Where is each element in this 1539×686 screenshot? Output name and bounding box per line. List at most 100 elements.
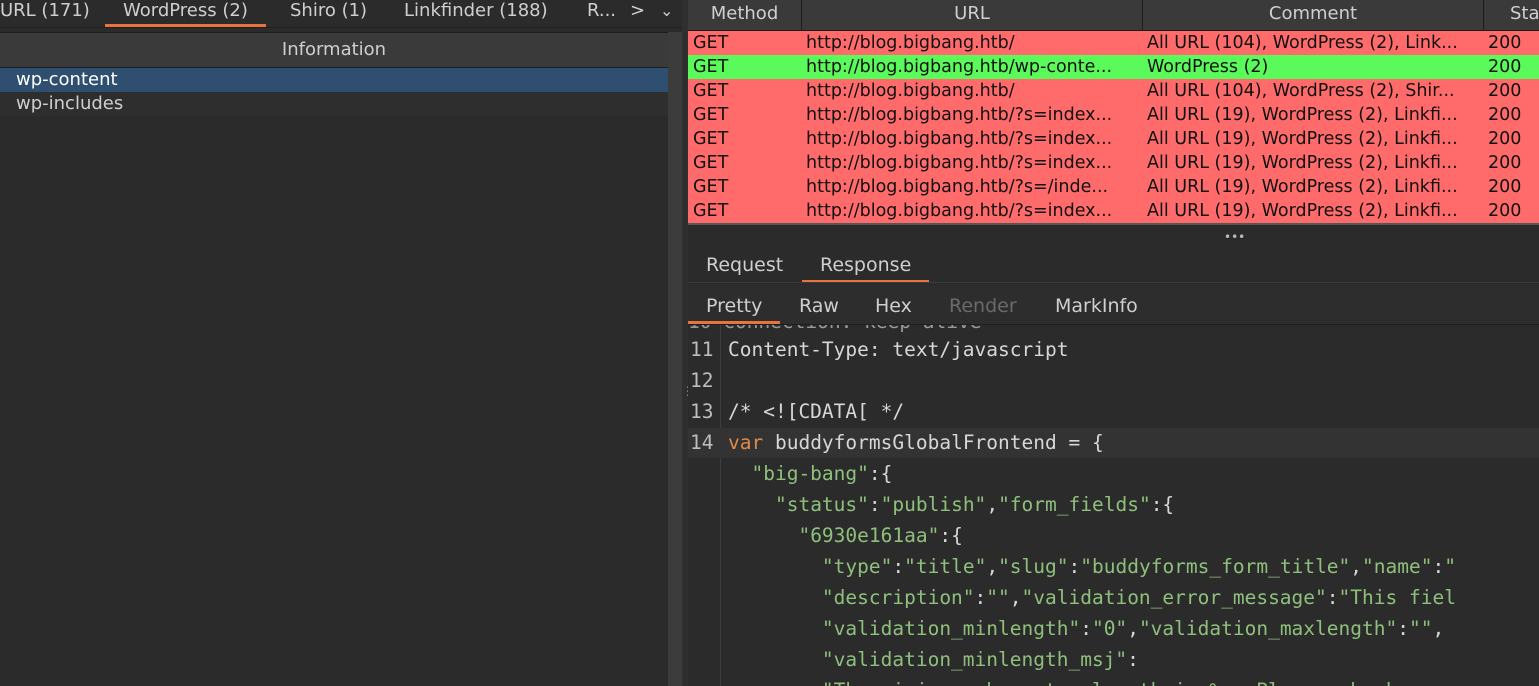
- code-token: "": [1408, 617, 1433, 640]
- list-item[interactable]: wp-includes: [0, 92, 668, 116]
- tab-url[interactable]: URL (171): [0, 0, 90, 26]
- code-text: "The minimum character length is %s. Ple…: [728, 676, 1397, 686]
- tab-more[interactable]: R...: [587, 0, 616, 26]
- code-token: :{: [1150, 493, 1175, 516]
- line-number: 14: [690, 431, 714, 454]
- code-token: :{: [939, 524, 963, 547]
- cell-comment: All URL (19), WordPress (2), Linkfi...: [1147, 201, 1458, 221]
- divider-grip-icon[interactable]: •••: [1224, 231, 1245, 243]
- tab-pretty[interactable]: Pretty: [688, 294, 781, 324]
- code-line: "big-bang":{: [688, 459, 1539, 489]
- code-rest: buddyformsGlobalFrontend = {: [763, 431, 1104, 454]
- cell-status: 200: [1488, 129, 1522, 149]
- cell-status: 200: [1488, 177, 1522, 197]
- cell-url: http://blog.bigbang.htb/?s=index...: [806, 153, 1113, 173]
- column-header-status[interactable]: Sta: [1484, 0, 1539, 30]
- cell-comment: All URL (19), WordPress (2), Linkfi...: [1147, 105, 1458, 125]
- chevron-right-icon[interactable]: >: [630, 0, 645, 22]
- tab-raw[interactable]: Raw: [799, 294, 839, 324]
- code-token: :: [1068, 555, 1081, 578]
- cell-comment: All URL (104), WordPress (2), Shir...: [1147, 81, 1455, 101]
- tab-shiro[interactable]: Shiro (1): [290, 0, 367, 26]
- information-list: wp-content wp-includes: [0, 68, 668, 116]
- code-token: ,: [1432, 617, 1445, 640]
- code-token: "validation_minlength": [821, 617, 1081, 640]
- code-token: "6930e161aa": [798, 524, 940, 547]
- code-text: /* <![CDATA[ */: [728, 400, 905, 423]
- cell-url: http://blog.bigbang.htb/?s=index...: [806, 105, 1113, 125]
- cell-method: GET: [693, 177, 729, 197]
- chevron-down-icon[interactable]: ⌄: [660, 0, 673, 22]
- cell-method: GET: [693, 33, 729, 53]
- tab-request[interactable]: Request: [706, 252, 783, 280]
- table-row[interactable]: GET http://blog.bigbang.htb/All URL (104)…: [688, 31, 1539, 55]
- cell-comment: All URL (104), WordPress (2), Link...: [1147, 33, 1458, 53]
- table-row[interactable]: GET http://blog.bigbang.htb/All URL (104)…: [688, 79, 1539, 103]
- code-text: var buddyformsGlobalFrontend = {: [728, 428, 1104, 458]
- code-token: "": [986, 586, 1010, 609]
- table-row[interactable]: GET http://blog.bigbang.htb/?s=index... Al…: [688, 103, 1539, 127]
- code-token: :: [868, 493, 881, 516]
- code-token: ,: [1350, 555, 1363, 578]
- cell-method: GET: [693, 57, 729, 77]
- code-token: ,: [1127, 617, 1139, 640]
- code-token: "name": [1362, 555, 1433, 578]
- code-token: "0": [1091, 617, 1128, 640]
- code-token: :: [1127, 648, 1139, 671]
- code-token: "status": [774, 493, 869, 516]
- right-pane: Method URL Comment Sta GET http://blog.bi…: [688, 0, 1539, 686]
- table-row[interactable]: GET http://blog.bigbang.htb/?s=index... Al…: [688, 127, 1539, 151]
- code-line: "type":"title","slug":"buddyforms_form_t…: [688, 552, 1539, 582]
- column-header-url[interactable]: URL: [802, 0, 1143, 30]
- cell-status: 200: [1488, 81, 1522, 101]
- cell-method: GET: [693, 201, 729, 221]
- line-number: 13: [690, 400, 714, 423]
- code-token: "description": [821, 586, 975, 609]
- information-column-header[interactable]: Information: [0, 32, 668, 68]
- cell-status: 200: [1488, 57, 1522, 77]
- cell-method: GET: [693, 81, 729, 101]
- table-row[interactable]: GET http://blog.bigbang.htb/wp-conte... Wo…: [688, 55, 1539, 79]
- code-token: ,: [986, 555, 999, 578]
- code-token: "slug": [998, 555, 1069, 578]
- code-token: "form_fields": [998, 493, 1151, 516]
- table-row[interactable]: GET http://blog.bigbang.htb/?s=index... Al…: [688, 151, 1539, 175]
- code-token: ": [1444, 555, 1456, 578]
- tab-hex[interactable]: Hex: [875, 294, 912, 324]
- code-text: "description":"","validation_error_messa…: [728, 583, 1456, 613]
- response-editor[interactable]: 10 Connection: keep-alive 11Content-Type…: [688, 325, 1539, 686]
- tab-response[interactable]: Response: [802, 252, 930, 282]
- code-token: "buddyforms_form_title": [1080, 555, 1351, 578]
- cell-comment: All URL (19), WordPress (2), Linkfi...: [1147, 129, 1458, 149]
- table-row[interactable]: GET http://blog.bigbang.htb/?s=/inde... Al…: [688, 175, 1539, 199]
- cell-status: 200: [1488, 33, 1522, 53]
- table-divider[interactable]: [688, 223, 1539, 243]
- cell-url: http://blog.bigbang.htb/?s=index...: [806, 201, 1113, 221]
- cell-status: 200: [1488, 153, 1522, 173]
- vertical-scrollbar[interactable]: [668, 32, 682, 686]
- tab-linkfinder[interactable]: Linkfinder (188): [404, 0, 548, 26]
- code-token: :: [892, 555, 905, 578]
- code-text: Content-Type: text/javascript: [728, 338, 1069, 361]
- code-token: :{: [868, 462, 893, 485]
- list-item[interactable]: wp-content: [0, 68, 668, 92]
- column-header-method[interactable]: Method: [688, 0, 802, 30]
- request-response-tabs: Request Response: [688, 246, 1539, 283]
- cell-comment: WordPress (2): [1147, 57, 1269, 77]
- column-header-comment[interactable]: Comment: [1143, 0, 1484, 30]
- view-mode-tabs: Pretty Raw Hex Render MarkInfo: [688, 286, 1539, 325]
- code-line: 11 Content-Type: text/javascript: [688, 335, 1539, 365]
- code-text: "type":"title","slug":"buddyforms_form_t…: [728, 552, 1456, 582]
- code-text: "status":"publish","form_fields":{: [728, 490, 1174, 520]
- tab-wordpress[interactable]: WordPress (2): [105, 0, 266, 27]
- code-token: :: [974, 586, 987, 609]
- line-number: 12: [690, 369, 714, 392]
- code-text: "6930e161aa":{: [728, 521, 963, 551]
- table-row[interactable]: GET http://blog.bigbang.htb/?s=index... Al…: [688, 199, 1539, 223]
- tab-markinfo[interactable]: MarkInfo: [1055, 294, 1138, 324]
- cell-method: GET: [693, 129, 729, 149]
